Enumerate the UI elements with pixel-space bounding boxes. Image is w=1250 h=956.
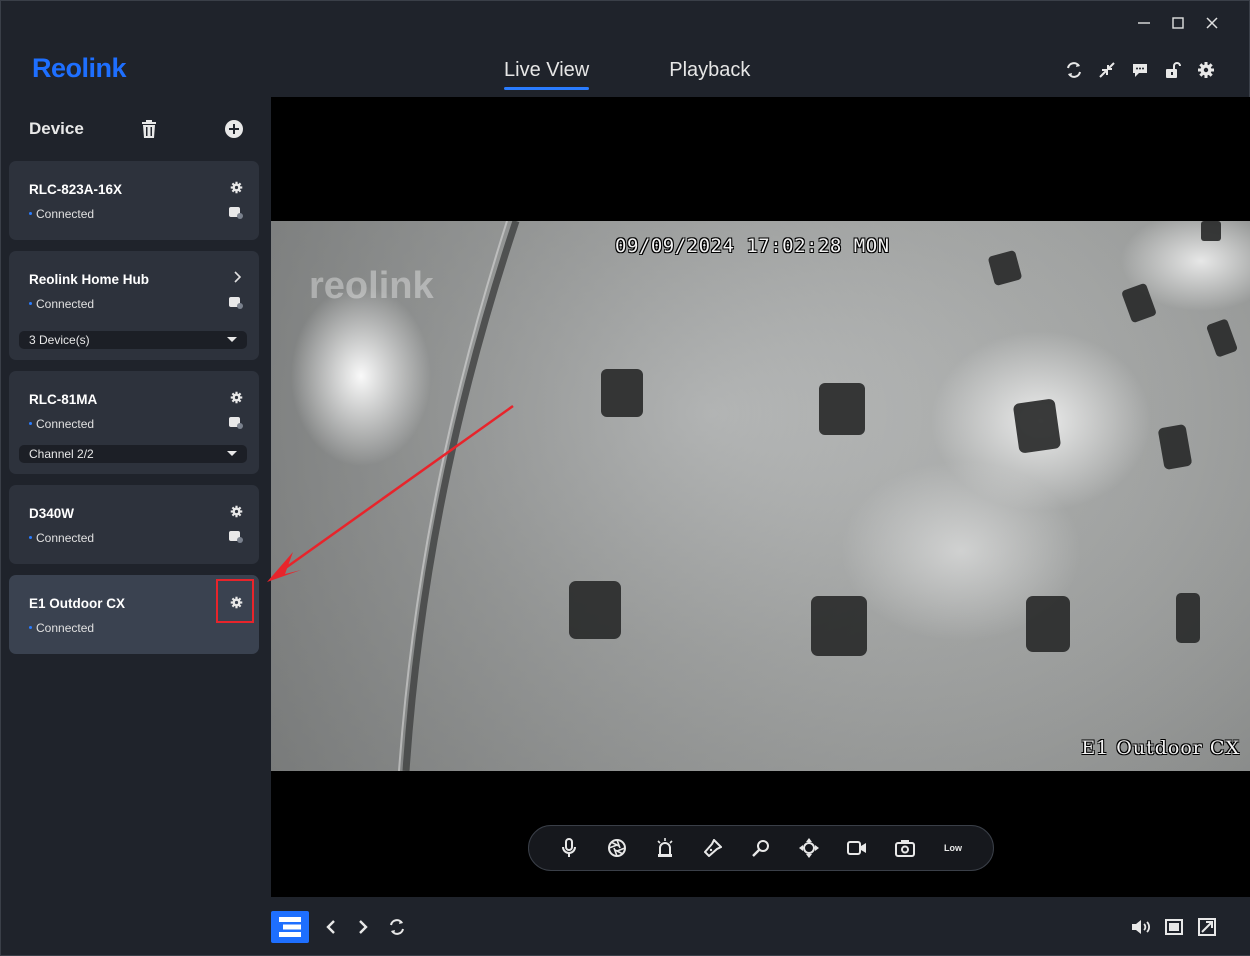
ptz-button[interactable]	[785, 826, 833, 870]
trash-icon[interactable]	[140, 119, 158, 144]
gear-icon[interactable]	[230, 505, 243, 523]
device-name: RLC-823A-16X	[29, 182, 123, 197]
ptz-icon	[799, 838, 819, 858]
chevron-right-icon	[359, 920, 368, 934]
maximize-button[interactable]	[1171, 13, 1185, 33]
reolink-window: Reolink Live View Playback Device RLC-82…	[0, 0, 1250, 956]
aperture-button[interactable]	[593, 826, 641, 870]
volume-button[interactable]	[1131, 917, 1151, 937]
sync-icon[interactable]	[1065, 61, 1083, 79]
snapshot-icon	[895, 840, 915, 857]
flashlight-icon	[704, 839, 722, 857]
share-icon[interactable]	[228, 296, 244, 315]
device-status: Connected	[29, 621, 94, 635]
share-icon[interactable]	[228, 206, 244, 225]
caret-down-icon	[227, 337, 237, 342]
device-card-rlc-823a-16x[interactable]: RLC-823A-16X Connected	[9, 161, 259, 240]
device-status: Connected	[29, 207, 94, 221]
tab-playback[interactable]: Playback	[669, 59, 750, 88]
collapse-icon[interactable]	[1098, 61, 1116, 79]
window-controls	[1137, 13, 1219, 33]
annotation-arrow	[267, 404, 514, 582]
device-card-d340w[interactable]: D340W Connected	[9, 485, 259, 564]
dropdown-value: Channel 2/2	[29, 447, 94, 461]
status-text: Connected	[36, 417, 95, 431]
flashlight-button[interactable]	[689, 826, 737, 870]
refresh-icon	[390, 919, 404, 935]
device-card-rlc-81ma[interactable]: RLC-81MA Connected Channel 2/2	[9, 371, 259, 474]
status-dot	[29, 302, 32, 306]
next-button[interactable]	[353, 917, 373, 937]
fullscreen-button[interactable]	[1197, 917, 1217, 937]
osd-timestamp: 09/09/2024 17:02:28 MON	[615, 235, 890, 257]
device-sidebar: Device RLC-823A-16X Connected Reolink Ho…	[2, 97, 270, 955]
gear-icon[interactable]	[230, 181, 243, 199]
status-dot	[29, 422, 32, 426]
status-dot	[29, 536, 32, 540]
gear-icon[interactable]	[230, 391, 243, 409]
settings-icon[interactable]	[1197, 61, 1215, 79]
close-button[interactable]	[1205, 13, 1219, 33]
main-tabs: Live View Playback	[504, 59, 750, 90]
device-status: Connected	[29, 297, 94, 311]
device-name: Reolink Home Hub	[29, 272, 150, 287]
device-status: Connected	[29, 417, 94, 431]
status-dot	[29, 212, 32, 216]
siren-icon	[657, 838, 673, 857]
record-icon	[847, 841, 866, 855]
share-icon[interactable]	[228, 530, 244, 549]
device-status: Connected	[29, 531, 94, 545]
status-text: Connected	[36, 621, 95, 635]
device-title: Device	[29, 119, 84, 138]
snapshot-button[interactable]	[881, 826, 929, 870]
reolink-logo: Reolink	[32, 53, 127, 83]
live-view-area[interactable]: reolink 09/09/2024 17:02:28 MON E1 Outdo…	[267, 97, 1250, 897]
volume-icon	[1132, 920, 1150, 934]
zoom-button[interactable]	[737, 826, 785, 870]
highlight-box	[216, 579, 254, 623]
record-button[interactable]	[833, 826, 881, 870]
bottom-bar	[271, 897, 1250, 955]
lock-icon[interactable]	[1164, 61, 1182, 79]
device-name: E1 Outdoor CX	[29, 596, 126, 611]
status-dot	[29, 626, 32, 630]
minimize-button[interactable]	[1137, 13, 1151, 33]
refresh-button[interactable]	[387, 917, 407, 937]
microphone-icon	[562, 838, 576, 857]
window-mode-button[interactable]	[1164, 917, 1184, 937]
fullscreen-icon	[1198, 918, 1216, 936]
camera-watermark: reolink	[309, 265, 434, 307]
message-icon[interactable]	[1131, 61, 1149, 79]
previous-button[interactable]	[321, 917, 341, 937]
device-card-reolink-home-hub[interactable]: Reolink Home Hub Connected 3 Device(s)	[9, 251, 259, 360]
zoom-icon	[752, 840, 769, 857]
share-icon[interactable]	[228, 416, 244, 435]
video-toolbar: Low	[528, 825, 994, 871]
add-device-icon[interactable]	[224, 119, 244, 144]
microphone-button[interactable]	[545, 826, 593, 870]
hub-devices-dropdown[interactable]: 3 Device(s)	[19, 331, 247, 349]
chevron-right-icon[interactable]	[233, 270, 242, 286]
status-text: Connected	[36, 207, 95, 221]
header-toolbar	[1065, 61, 1215, 79]
status-text: Connected	[36, 297, 95, 311]
device-name: RLC-81MA	[29, 392, 98, 407]
chevron-left-icon	[326, 920, 335, 934]
stream-quality-label: Low	[944, 843, 962, 853]
tab-live-view[interactable]: Live View	[504, 59, 590, 90]
layout-icon	[279, 917, 301, 937]
stream-quality-button[interactable]: Low	[929, 826, 977, 870]
siren-button[interactable]	[641, 826, 689, 870]
aperture-icon	[608, 839, 626, 857]
caret-down-icon	[227, 451, 237, 456]
status-text: Connected	[36, 531, 95, 545]
dropdown-value: 3 Device(s)	[29, 333, 90, 347]
layout-button[interactable]	[271, 911, 309, 943]
screen-icon	[1165, 919, 1183, 935]
device-name: D340W	[29, 506, 75, 521]
osd-camera-name: E1 Outdoor CX	[1081, 737, 1240, 759]
channel-dropdown[interactable]: Channel 2/2	[19, 445, 247, 463]
